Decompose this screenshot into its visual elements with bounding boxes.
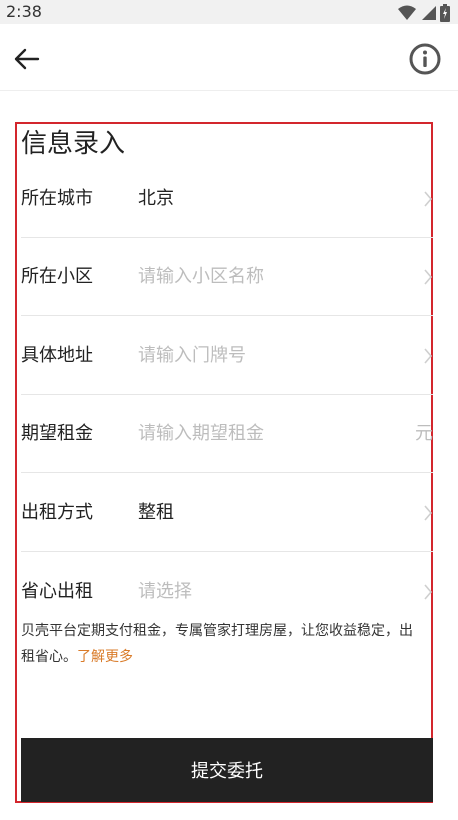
status-time: 2:38 [6,2,42,21]
field-label: 期望租金 [21,423,93,444]
city-value: 北京 [138,188,174,209]
info-icon[interactable] [408,42,442,76]
field-city[interactable]: 所在城市 北京 [21,160,433,238]
learn-more-link[interactable]: 了解更多 [77,649,133,665]
field-rent[interactable]: 期望租金 请输入期望租金 元 [21,395,433,473]
back-arrow-icon[interactable] [10,42,44,76]
signal-icon [422,6,436,20]
status-icons [398,4,450,22]
field-label: 出租方式 [21,502,93,523]
rent-unit: 元 [415,423,433,444]
community-input[interactable]: 请输入小区名称 [138,238,264,316]
field-label: 所在小区 [21,266,93,287]
rent-type-value: 整租 [138,502,174,523]
field-rent-type[interactable]: 出租方式 整租 [21,474,433,552]
submit-button[interactable]: 提交委托 [21,738,433,802]
address-input[interactable]: 请输入门牌号 [138,317,246,395]
status-bar: 2:38 [0,0,458,24]
wifi-icon [398,5,416,20]
field-label: 所在城市 [21,188,93,209]
chevron-right-icon [424,269,433,285]
app-bar [0,24,458,91]
chevron-right-icon [424,505,433,521]
worry-free-description: 贝壳平台定期支付租金，专属管家打理房屋，让您收益稳定，出租省心。了解更多 [21,618,416,670]
field-community[interactable]: 所在小区 请输入小区名称 [21,238,433,316]
chevron-right-icon [424,191,433,207]
form-title: 信息录入 [21,129,126,159]
rent-input[interactable]: 请输入期望租金 [138,395,264,473]
battery-icon [440,4,450,22]
field-address[interactable]: 具体地址 请输入门牌号 [21,317,433,395]
chevron-right-icon [424,584,433,600]
chevron-right-icon [424,348,433,364]
field-label: 具体地址 [21,345,93,366]
